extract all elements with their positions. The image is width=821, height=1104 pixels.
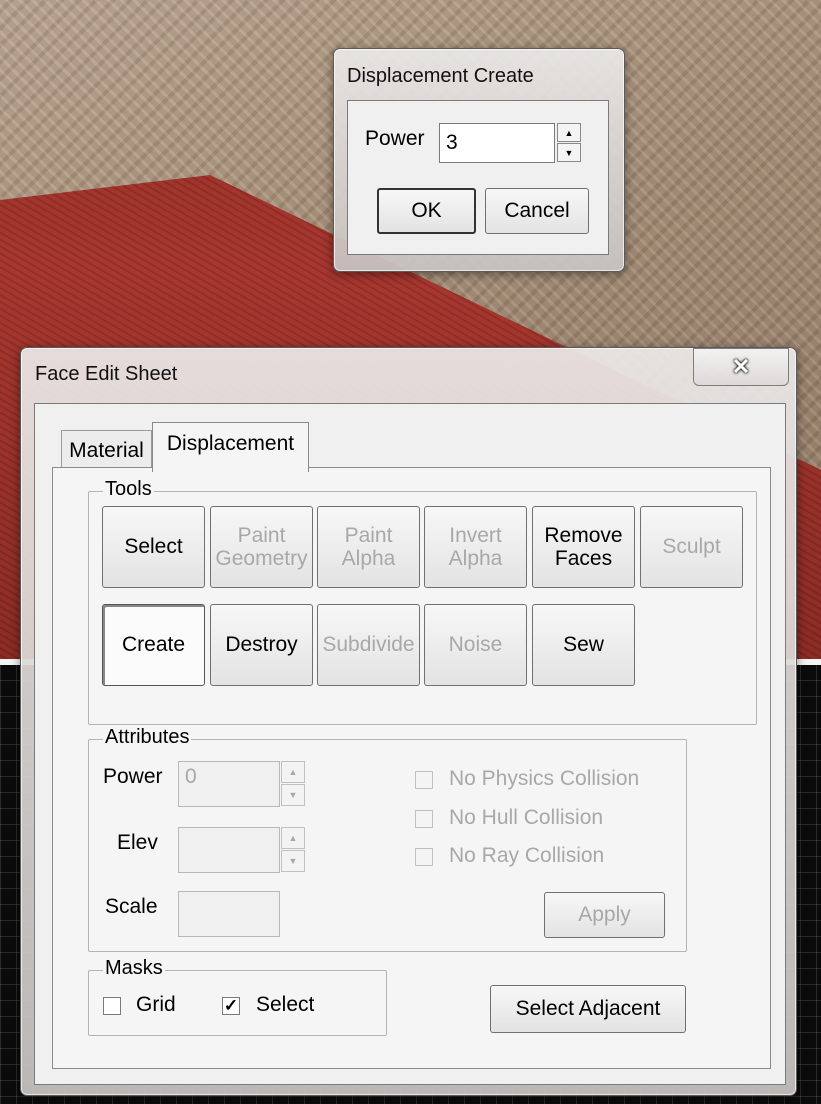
no-ray-collision-label: No Ray Collision	[449, 844, 605, 867]
paint-alpha-button[interactable]: Paint Alpha	[317, 506, 420, 588]
no-hull-collision-label: No Hull Collision	[449, 806, 604, 829]
paint-geometry-button[interactable]: Paint Geometry	[210, 506, 313, 588]
attr-power-field[interactable]: 0	[178, 761, 280, 807]
no-ray-collision-checkbox[interactable]	[415, 848, 433, 866]
noise-button[interactable]: Noise	[424, 604, 527, 686]
sculpt-button[interactable]: Sculpt	[640, 506, 743, 588]
window-body: Material Displacement Tools Select Paint…	[34, 403, 786, 1085]
attr-elev-label: Elev	[117, 831, 158, 854]
no-physics-collision-label: No Physics Collision	[449, 767, 640, 790]
create-button[interactable]: Create	[102, 604, 205, 686]
attr-power-spin-up-icon[interactable]: ▲	[281, 761, 305, 783]
checkmark-icon: ✓	[223, 996, 239, 1015]
close-icon: ✕	[731, 354, 751, 379]
subdivide-button[interactable]: Subdivide	[317, 604, 420, 686]
attr-elev-field[interactable]	[178, 827, 280, 873]
sew-button[interactable]: Sew	[532, 604, 635, 686]
select-tool-button[interactable]: Select	[102, 506, 205, 588]
attr-elev-spin-up-icon[interactable]: ▲	[281, 827, 305, 849]
face-edit-sheet-window: Face Edit Sheet ✕ Material Displacement …	[20, 347, 797, 1096]
cancel-button[interactable]: Cancel	[485, 188, 589, 234]
apply-button[interactable]: Apply	[544, 892, 665, 938]
displacement-tab-page: Tools Select Paint Geometry Paint Alpha …	[52, 467, 771, 1069]
masks-group: Masks Grid ✓ Select	[88, 957, 387, 1036]
close-button[interactable]: ✕	[693, 348, 789, 386]
attr-scale-field[interactable]	[178, 891, 280, 937]
grid-mask-checkbox[interactable]	[103, 997, 121, 1015]
destroy-button[interactable]: Destroy	[210, 604, 313, 686]
power-input[interactable]	[439, 123, 555, 163]
dialog-body: Power ▲ ▼ OK Cancel	[347, 100, 609, 255]
remove-faces-button[interactable]: Remove Faces	[532, 506, 635, 588]
window-title: Face Edit Sheet	[35, 363, 178, 385]
tools-group-label: Tools	[103, 478, 154, 501]
masks-group-label: Masks	[103, 957, 165, 980]
select-adjacent-button[interactable]: Select Adjacent	[490, 985, 686, 1033]
attributes-group: Attributes Power 0 ▲ ▼ Elev ▲ ▼ Scale No…	[88, 726, 687, 952]
no-hull-collision-checkbox[interactable]	[415, 810, 433, 828]
attributes-group-label: Attributes	[103, 726, 192, 749]
attr-power-spin-down-icon[interactable]: ▼	[281, 784, 305, 806]
grid-mask-label: Grid	[136, 993, 176, 1016]
select-mask-label: Select	[256, 993, 315, 1016]
attr-power-label: Power	[103, 765, 163, 788]
displacement-create-dialog: Displacement Create Power ▲ ▼ OK Cancel	[333, 48, 625, 272]
tools-group: Tools Select Paint Geometry Paint Alpha …	[88, 478, 757, 725]
tab-material[interactable]: Material	[61, 430, 152, 470]
power-spin-down-icon[interactable]: ▼	[557, 143, 581, 162]
attr-scale-label: Scale	[105, 895, 158, 918]
tab-displacement[interactable]: Displacement	[152, 422, 309, 472]
select-mask-checkbox[interactable]: ✓	[222, 997, 240, 1015]
dialog-title: Displacement Create	[347, 65, 534, 87]
no-physics-collision-checkbox[interactable]	[415, 771, 433, 789]
attr-elev-spin-down-icon[interactable]: ▼	[281, 850, 305, 872]
power-label: Power	[365, 127, 425, 150]
invert-alpha-button[interactable]: Invert Alpha	[424, 506, 527, 588]
ok-button[interactable]: OK	[377, 188, 476, 234]
power-spin-up-icon[interactable]: ▲	[557, 123, 581, 142]
